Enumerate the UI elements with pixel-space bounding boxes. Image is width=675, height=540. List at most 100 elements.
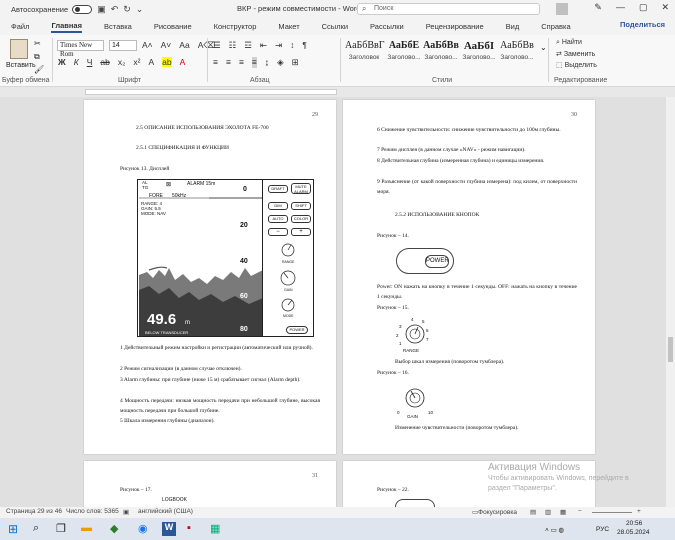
tab-references[interactable]: Ссылки bbox=[322, 22, 348, 31]
app-icon[interactable]: ◆ bbox=[110, 522, 124, 536]
page-29[interactable]: 29 2.5 ОПИСАНИЕ ИСПОЛЬЗОВАНИЯ ЭХОЛОТА FE… bbox=[84, 100, 336, 454]
svg-text:0: 0 bbox=[397, 410, 400, 415]
paste-icon[interactable] bbox=[10, 39, 28, 59]
tab-home[interactable]: Главная bbox=[51, 21, 82, 33]
pilcrow-icon[interactable]: ¶ bbox=[302, 40, 307, 51]
sort-icon[interactable]: ↕ bbox=[290, 40, 294, 51]
customize-toolbar-icon[interactable]: ⌄ bbox=[136, 4, 144, 15]
scrollbar-thumb[interactable] bbox=[668, 337, 673, 362]
tab-design[interactable]: Конструктор bbox=[214, 22, 257, 31]
select-button[interactable]: ⬚ Выделить bbox=[556, 61, 597, 69]
multilevel-list-icon[interactable]: ☲ bbox=[244, 40, 252, 51]
word-icon[interactable]: W bbox=[162, 522, 176, 536]
focus-button[interactable]: ▭ Фокусировка bbox=[472, 508, 517, 516]
clock-time[interactable]: 20:56 bbox=[626, 520, 642, 527]
style-heading-2[interactable]: АаБбВв Заголово... bbox=[422, 38, 460, 66]
ruler-track[interactable] bbox=[85, 89, 337, 95]
share-button[interactable]: Поделиться bbox=[620, 20, 665, 29]
paste-button[interactable]: Вставить bbox=[6, 62, 36, 69]
save-icon[interactable]: ▣ bbox=[97, 4, 106, 15]
style-heading-3[interactable]: АаБбІ Заголово... bbox=[460, 38, 498, 66]
autosave-toggle[interactable] bbox=[72, 4, 93, 14]
page-30[interactable]: 30 6 Снижение чувствительности: снижение… bbox=[343, 100, 595, 454]
styles-more-icon[interactable]: ⌄ bbox=[540, 43, 547, 52]
grow-font-icon[interactable]: A˄ bbox=[142, 40, 153, 51]
windows-start-icon[interactable]: ⊞ bbox=[8, 522, 22, 536]
borders-icon[interactable]: ⊞ bbox=[292, 57, 299, 68]
underline-icon[interactable]: Ч bbox=[87, 57, 93, 67]
word-count[interactable]: Число слов: 5365 bbox=[66, 508, 119, 515]
zoom-out-icon[interactable]: − bbox=[578, 508, 582, 515]
tab-review[interactable]: Рецензирование bbox=[426, 22, 484, 31]
tab-insert[interactable]: Вставка bbox=[104, 22, 132, 31]
font-color-icon[interactable]: A bbox=[180, 57, 186, 67]
align-center-icon[interactable]: ≡ bbox=[226, 57, 231, 68]
increase-indent-icon[interactable]: ⇥ bbox=[275, 40, 282, 51]
page-count[interactable]: Страница 29 из 46 bbox=[6, 508, 62, 515]
svg-text:3: 3 bbox=[399, 324, 402, 329]
cut-icon[interactable]: ✂ bbox=[34, 39, 41, 48]
font-name-select[interactable]: Times New Rom bbox=[57, 40, 104, 58]
undo-icon[interactable]: ↶ bbox=[111, 4, 119, 15]
page-31[interactable]: 31 Рисунок – 17. LOGBOOK bbox=[84, 461, 336, 507]
tab-help[interactable]: Справка bbox=[541, 22, 570, 31]
page-number: 31 bbox=[312, 473, 318, 479]
zoom-in-icon[interactable]: + bbox=[637, 508, 641, 515]
browser-icon[interactable]: ◉ bbox=[138, 522, 152, 536]
redo-icon[interactable]: ↻ bbox=[123, 4, 131, 15]
tab-view[interactable]: Вид bbox=[506, 22, 520, 31]
superscript-icon[interactable]: x² bbox=[133, 57, 140, 67]
vertical-scrollbar[interactable] bbox=[666, 97, 675, 507]
copy-icon[interactable]: ⧉ bbox=[34, 52, 40, 62]
search-input[interactable]: ⌕ Поиск bbox=[357, 3, 540, 15]
font-size-select[interactable]: 14 bbox=[109, 40, 137, 51]
svg-text:10: 10 bbox=[428, 410, 434, 415]
proofing-icon[interactable]: ▣ bbox=[123, 508, 129, 516]
file-explorer-icon[interactable]: ▬ bbox=[81, 522, 95, 536]
bold-icon[interactable]: Ж bbox=[58, 57, 66, 67]
web-layout-icon[interactable]: ▦ bbox=[560, 508, 566, 516]
tab-file[interactable]: Файл bbox=[11, 22, 29, 31]
style-title[interactable]: АаБбВвГ Заголовок bbox=[345, 38, 385, 66]
justify-icon[interactable]: ≡ bbox=[251, 57, 257, 68]
language-status[interactable]: английский (США) bbox=[138, 508, 193, 515]
close-icon[interactable]: ✕ bbox=[661, 2, 669, 13]
subscript-icon[interactable]: x₂ bbox=[118, 57, 126, 67]
bullets-icon[interactable]: ☰ bbox=[213, 40, 221, 51]
avatar[interactable] bbox=[556, 3, 568, 15]
print-layout-icon[interactable]: ▥ bbox=[545, 508, 551, 516]
style-heading-1[interactable]: АаБбЕ Заголово... bbox=[385, 38, 423, 66]
pen-icon[interactable]: ✎ bbox=[594, 2, 602, 13]
shrink-font-icon[interactable]: A˅ bbox=[161, 40, 172, 51]
format-painter-icon[interactable]: 🖌 bbox=[34, 65, 44, 74]
line-spacing-icon[interactable]: ↨ bbox=[265, 57, 269, 68]
task-view-icon[interactable]: ❐ bbox=[56, 522, 70, 536]
shading-icon[interactable]: ◈ bbox=[277, 57, 284, 68]
minimize-icon[interactable]: — bbox=[616, 2, 625, 13]
italic-icon[interactable]: К bbox=[74, 57, 79, 67]
pdf-icon[interactable]: ▪ bbox=[187, 522, 201, 536]
keyboard-language[interactable]: РУС bbox=[596, 526, 609, 533]
tray-icons[interactable]: ˄ ▭ ◍ bbox=[545, 526, 564, 534]
clock-date[interactable]: 28.05.2024 bbox=[617, 529, 650, 536]
excel-icon[interactable]: ▦ bbox=[210, 522, 224, 536]
align-right-icon[interactable]: ≡ bbox=[239, 57, 244, 68]
highlight-icon[interactable]: ab bbox=[162, 57, 172, 67]
style-heading-4[interactable]: АаБбВв Заголово... bbox=[498, 38, 536, 66]
activation-watermark-line1: Чтобы активировать Windows, перейдите в bbox=[488, 475, 629, 482]
read-mode-icon[interactable]: ▤ bbox=[530, 508, 536, 516]
taskbar-search-icon[interactable]: ⌕ bbox=[33, 522, 47, 536]
find-button[interactable]: ⌕ Найти bbox=[556, 39, 582, 47]
align-left-icon[interactable]: ≡ bbox=[213, 57, 218, 68]
replace-button[interactable]: ⇄ Заменить bbox=[556, 50, 595, 58]
tab-draw[interactable]: Рисование bbox=[154, 22, 192, 31]
strikethrough-icon[interactable]: ab bbox=[100, 57, 109, 67]
tab-layout[interactable]: Макет bbox=[278, 22, 299, 31]
change-case-icon[interactable]: Aa bbox=[179, 40, 189, 51]
tab-mailings[interactable]: Рассылки bbox=[370, 22, 404, 31]
zoom-slider[interactable] bbox=[592, 512, 632, 513]
text-effects-icon[interactable]: A bbox=[149, 57, 155, 67]
decrease-indent-icon[interactable]: ⇤ bbox=[260, 40, 267, 51]
maximize-icon[interactable]: ▢ bbox=[639, 2, 648, 13]
numbering-icon[interactable]: ☷ bbox=[229, 40, 237, 51]
